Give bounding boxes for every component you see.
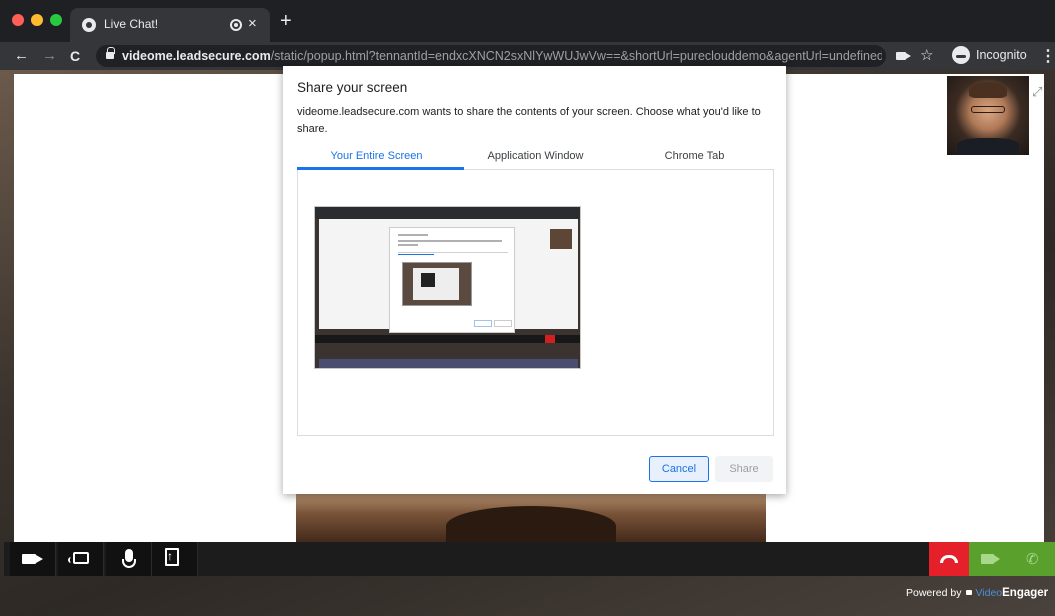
hangup-icon xyxy=(940,555,958,563)
tab-chrome-tab[interactable]: Chrome Tab xyxy=(615,150,774,162)
tab-favicon-icon xyxy=(82,18,96,32)
dialog-title: Share your screen xyxy=(297,80,408,95)
screen-share-button[interactable] xyxy=(58,542,104,576)
bookmark-star-icon[interactable]: ☆ xyxy=(920,46,933,64)
thumbnail-tab-rule xyxy=(398,252,508,253)
powered-by-label: Powered by xyxy=(906,587,962,599)
window-close-button[interactable] xyxy=(12,14,24,26)
self-view-shirt-shape xyxy=(957,138,1019,155)
thumbnail-share-button xyxy=(494,320,512,327)
self-view-hair-shape xyxy=(969,82,1007,98)
browser-menu-icon[interactable]: ⋮ xyxy=(1040,46,1055,66)
tab-close-icon[interactable]: × xyxy=(248,15,257,32)
entire-screen-thumbnail[interactable] xyxy=(314,206,581,369)
share-button[interactable]: Share xyxy=(715,456,773,482)
forward-button[interactable]: → xyxy=(42,46,57,66)
self-view-glasses-shape xyxy=(971,106,1005,113)
thumbnail-cancel-button xyxy=(474,320,492,327)
video-call-icon xyxy=(981,554,1000,564)
remote-participant-shape xyxy=(446,506,616,546)
thumbnail-control-bar xyxy=(315,335,580,343)
file-upload-button[interactable] xyxy=(152,542,198,576)
audio-call-button[interactable]: ✆ xyxy=(1011,542,1055,576)
back-button[interactable]: ← xyxy=(14,46,29,66)
window-minimize-button[interactable] xyxy=(31,14,43,26)
self-view-video[interactable] xyxy=(947,76,1029,155)
recording-indicator-icon xyxy=(230,19,242,31)
thumbnail-tab-indicator xyxy=(398,254,434,255)
cancel-button[interactable]: Cancel xyxy=(649,456,709,482)
powered-by-footer[interactable]: Powered by VideoEngager xyxy=(906,587,1048,599)
thumbnail-text-line xyxy=(398,244,418,246)
thumbnail-nested-screen xyxy=(402,262,472,306)
share-source-tabs: Your Entire Screen Application Window Ch… xyxy=(297,146,774,170)
tab-entire-screen[interactable]: Your Entire Screen xyxy=(297,150,456,162)
incognito-icon[interactable] xyxy=(952,46,970,64)
thumbnail-self-view xyxy=(550,229,572,249)
thumbnail-dialog xyxy=(389,227,515,333)
brand-logo-icon xyxy=(966,590,973,595)
brand-name-prefix: Video xyxy=(975,587,1003,599)
browser-tab-live-chat[interactable]: Live Chat! × xyxy=(70,8,270,42)
window-maximize-button[interactable] xyxy=(50,14,62,26)
camera-icon xyxy=(22,554,43,564)
dialog-description: videome.leadsecure.com wants to share th… xyxy=(297,106,761,135)
camera-toggle-button[interactable] xyxy=(10,542,56,576)
thumbnail-nested-core xyxy=(421,273,435,287)
share-screen-dialog: Share your screen videome.leadsecure.com… xyxy=(283,66,786,494)
tab-title: Live Chat! xyxy=(104,17,159,31)
thumbnail-dock xyxy=(319,359,578,368)
thumbnail-text-line xyxy=(398,240,502,242)
lock-icon xyxy=(106,47,115,59)
camera-in-use-icon[interactable] xyxy=(896,52,911,60)
brand-name-suffix: Engager xyxy=(1002,587,1049,599)
url-text: videome.leadsecure.com/static/popup.html… xyxy=(122,49,882,63)
url-host: videome.leadsecure.com xyxy=(122,49,271,63)
microphone-toggle-button[interactable] xyxy=(106,542,152,576)
thumbnail-nested-page xyxy=(413,268,459,300)
tab-application-window[interactable]: Application Window xyxy=(456,150,615,162)
thumbnail-hangup xyxy=(545,335,555,343)
browser-tab-strip: Live Chat! × + xyxy=(0,0,1055,42)
video-call-button[interactable] xyxy=(969,542,1011,576)
file-upload-icon xyxy=(165,548,179,566)
new-tab-button[interactable]: + xyxy=(280,11,292,31)
microphone-icon xyxy=(122,549,136,568)
reload-button[interactable]: C xyxy=(70,46,80,66)
url-path: /static/popup.html?tennantId=endxcXNCN2s… xyxy=(270,49,882,63)
incognito-label[interactable]: Incognito xyxy=(976,48,1027,62)
hangup-button[interactable] xyxy=(929,542,969,576)
screen-share-icon xyxy=(68,552,89,564)
call-control-bar: ✆ xyxy=(4,542,1055,576)
address-bar[interactable]: videome.leadsecure.com/static/popup.html… xyxy=(96,45,886,67)
phone-icon: ✆ xyxy=(1026,551,1039,568)
thumbnail-browser-bar xyxy=(315,207,580,219)
thumbnail-text-line xyxy=(398,234,428,236)
expand-icon[interactable]: ⤢ xyxy=(1032,84,1042,100)
remote-video xyxy=(296,486,766,546)
share-source-panel xyxy=(297,170,774,436)
